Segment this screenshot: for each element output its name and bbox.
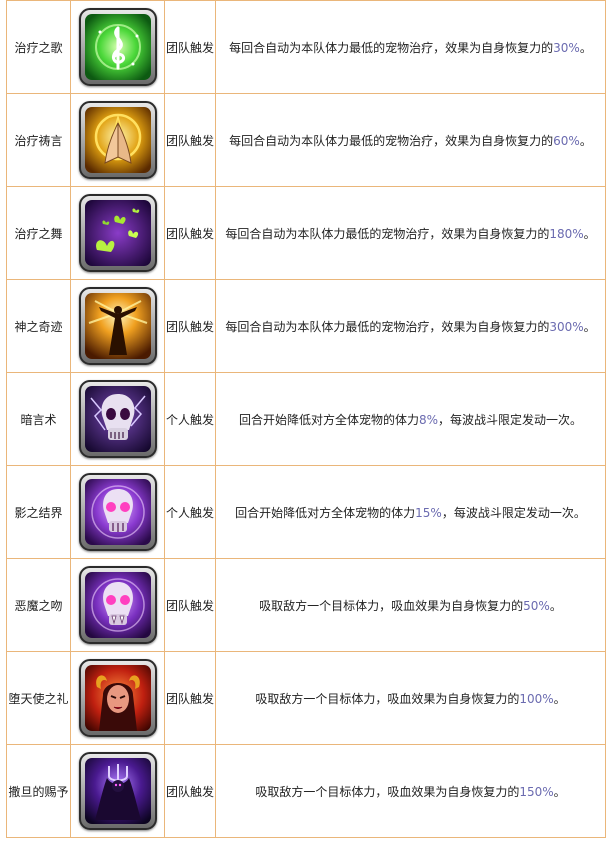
table-row: 治疗之歌 团队触发 每回合自动为本队体力最低的宠物治疗，效果为自身恢复力的30%… [6,0,606,94]
percent-value: 300% [549,319,584,334]
skill-name: 治疗之歌 [6,0,71,94]
trigger-type: 个人触发 [164,465,216,559]
table-row: 暗言术 个人触发 回合开始降低对方全体宠物的体力8%，每波战斗限定发动一次。 [6,372,606,466]
skill-description: 回合开始降低对方全体宠物的体力15%，每波战斗限定发动一次。 [215,465,606,559]
percent-value: 15% [415,505,442,520]
trigger-type: 团队触发 [164,651,216,745]
divine-figure-icon [78,287,157,365]
skill-name: 恶魔之吻 [6,558,71,652]
lightning-skull-icon [78,380,157,458]
skill-description: 每回合自动为本队体力最低的宠物治疗，效果为自身恢复力的180%。 [215,186,606,280]
percent-value: 180% [549,226,584,241]
skill-name: 神之奇迹 [6,279,71,373]
table-row: 治疗之舞 团队触发 每回合自动为本队体力最低的宠物治疗，效果为自身恢复力的180… [6,186,606,280]
skill-description: 每回合自动为本队体力最低的宠物治疗，效果为自身恢复力的30%。 [215,0,606,94]
skill-table: 治疗之歌 团队触发 每回合自动为本队体力最低的宠物治疗，效果为自身恢复力的30%… [6,0,606,838]
percent-value: 100% [519,691,554,706]
trigger-type: 团队触发 [164,186,216,280]
skill-description: 吸取敌方一个目标体力，吸血效果为自身恢复力的100%。 [215,651,606,745]
skill-description: 每回合自动为本队体力最低的宠物治疗，效果为自身恢复力的60%。 [215,93,606,187]
skill-description: 回合开始降低对方全体宠物的体力8%，每波战斗限定发动一次。 [215,372,606,466]
skill-name: 堕天使之礼 [6,651,71,745]
skill-name: 暗言术 [6,372,71,466]
treble-clef-icon [78,8,157,86]
table-row: 堕天使之礼 团队触发 吸取敌方一个目标体力，吸血效果为自身恢复力的100%。 [6,651,606,745]
skull-orb-icon [78,473,157,551]
percent-value: 60% [553,133,580,148]
table-row: 神之奇迹 团队触发 每回合自动为本队体力最低的宠物治疗，效果为自身恢复力的300… [6,279,606,373]
skill-name: 撒旦的赐予 [6,744,71,838]
horned-angel-icon [78,659,157,737]
trigger-type: 团队触发 [164,558,216,652]
trigger-type: 团队触发 [164,0,216,94]
percent-value: 30% [553,40,580,55]
skill-name: 影之结界 [6,465,71,559]
table-row: 影之结界 个人触发 回合开始降低对方全体宠物的体力15%，每波战斗限定发动一次。 [6,465,606,559]
percent-value: 50% [523,598,550,613]
skill-name: 治疗之舞 [6,186,71,280]
trident-demon-icon [78,752,157,830]
skill-description: 吸取敌方一个目标体力，吸血效果为自身恢复力的50%。 [215,558,606,652]
skill-description: 吸取敌方一个目标体力，吸血效果为自身恢复力的150%。 [215,744,606,838]
table-row: 治疗祷言 团队触发 每回合自动为本队体力最低的宠物治疗，效果为自身恢复力的60%… [6,93,606,187]
skill-description: 每回合自动为本队体力最低的宠物治疗，效果为自身恢复力的300%。 [215,279,606,373]
table-row: 撒旦的赐予 团队触发 吸取敌方一个目标体力，吸血效果为自身恢复力的150%。 [6,744,606,838]
percent-value: 8% [418,412,439,427]
butterflies-icon [78,194,157,272]
vampire-skull-icon [78,566,157,644]
trigger-type: 团队触发 [164,279,216,373]
praying-hands-icon [78,101,157,179]
table-row: 恶魔之吻 团队触发 吸取敌方一个目标体力，吸血效果为自身恢复力的50%。 [6,558,606,652]
trigger-type: 团队触发 [164,93,216,187]
percent-value: 150% [519,784,554,799]
trigger-type: 个人触发 [164,372,216,466]
skill-name: 治疗祷言 [6,93,71,187]
trigger-type: 团队触发 [164,744,216,838]
